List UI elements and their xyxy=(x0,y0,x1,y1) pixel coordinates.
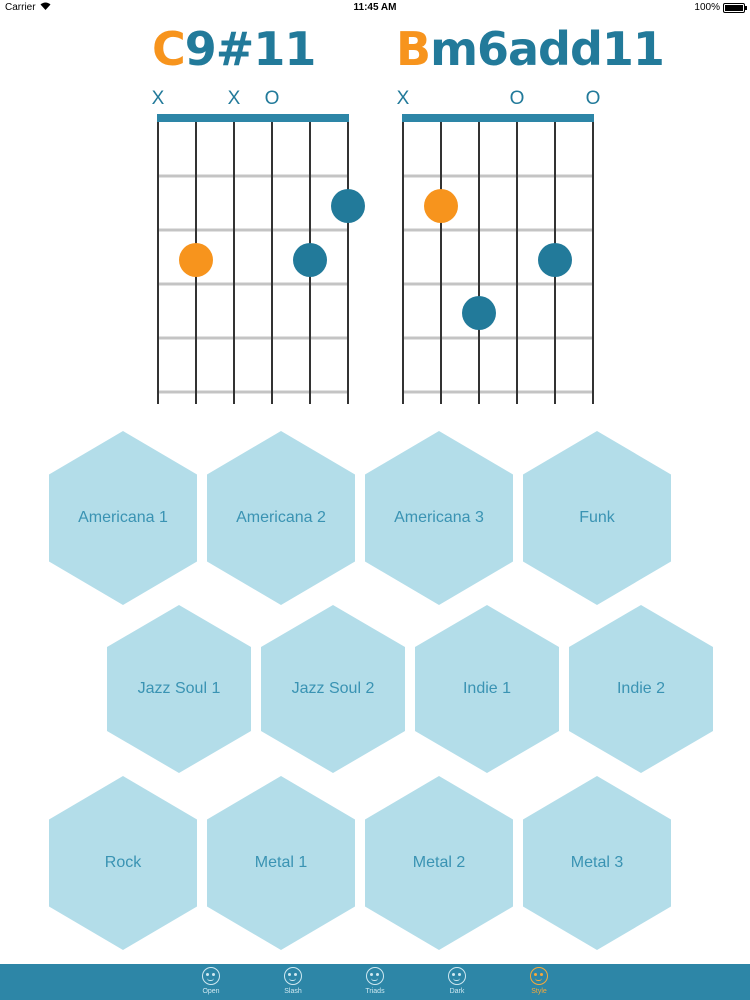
open-string-marker: O xyxy=(585,88,601,109)
finger-dot xyxy=(424,189,458,223)
finger-dot xyxy=(462,296,496,330)
muted-string-marker: X xyxy=(227,88,241,109)
tab-bar: Open Slash Triads Dark Style xyxy=(0,964,750,1000)
style-label: Metal 2 xyxy=(412,854,466,871)
style-button[interactable]: Americana 2 xyxy=(207,431,355,605)
finger-dot xyxy=(179,243,213,277)
style-label: Rock xyxy=(104,854,142,871)
face-icon xyxy=(202,967,220,985)
style-label: Funk xyxy=(579,509,615,526)
tab-label: Triads xyxy=(365,988,385,995)
style-label: Americana 3 xyxy=(394,509,484,526)
style-button[interactable]: Metal 2 xyxy=(365,776,513,950)
style-label: Americana 2 xyxy=(236,509,326,526)
finger-dot xyxy=(538,243,572,277)
style-label: Jazz Soul 1 xyxy=(137,680,221,697)
style-label: Indie 1 xyxy=(462,680,512,697)
tab-label: Slash xyxy=(284,988,302,995)
style-button[interactable]: Metal 3 xyxy=(523,776,671,950)
style-label: Americana 1 xyxy=(78,509,168,526)
style-button[interactable]: Americana 1 xyxy=(49,431,197,605)
tab-label: Open xyxy=(202,988,220,995)
muted-string-marker: X xyxy=(396,88,410,109)
style-button[interactable]: Metal 1 xyxy=(207,776,355,950)
tab-slash[interactable]: Slash xyxy=(272,964,314,1000)
face-icon xyxy=(530,967,548,985)
style-button[interactable]: Americana 3 xyxy=(365,431,513,605)
finger-dot xyxy=(293,243,327,277)
finger-dot xyxy=(331,189,365,223)
face-icon xyxy=(366,967,384,985)
tab-style[interactable]: Style xyxy=(518,964,560,1000)
style-button[interactable]: Rock xyxy=(49,776,197,950)
tab-label: Dark xyxy=(449,988,465,995)
tab-label: Style xyxy=(531,988,547,995)
open-string-marker: O xyxy=(509,88,525,109)
style-button[interactable]: Indie 1 xyxy=(415,605,559,773)
style-button[interactable]: Jazz Soul 1 xyxy=(107,605,251,773)
style-label: Indie 2 xyxy=(616,680,666,697)
muted-string-marker: X xyxy=(151,88,165,109)
tab-dark[interactable]: Dark xyxy=(436,964,478,1000)
face-icon xyxy=(284,967,302,985)
nut-bar xyxy=(402,114,594,122)
style-button[interactable]: Jazz Soul 2 xyxy=(261,605,405,773)
chord-diagrams xyxy=(157,114,594,404)
face-icon xyxy=(448,967,466,985)
open-string-marker: O xyxy=(264,88,280,109)
style-label: Jazz Soul 2 xyxy=(291,680,375,697)
style-label: Metal 1 xyxy=(254,854,308,871)
tab-triads[interactable]: Triads xyxy=(354,964,396,1000)
style-button[interactable]: Indie 2 xyxy=(569,605,713,773)
style-label: Metal 3 xyxy=(570,854,624,871)
nut-bar xyxy=(157,114,349,122)
style-button[interactable]: Funk xyxy=(523,431,671,605)
tab-open[interactable]: Open xyxy=(190,964,232,1000)
